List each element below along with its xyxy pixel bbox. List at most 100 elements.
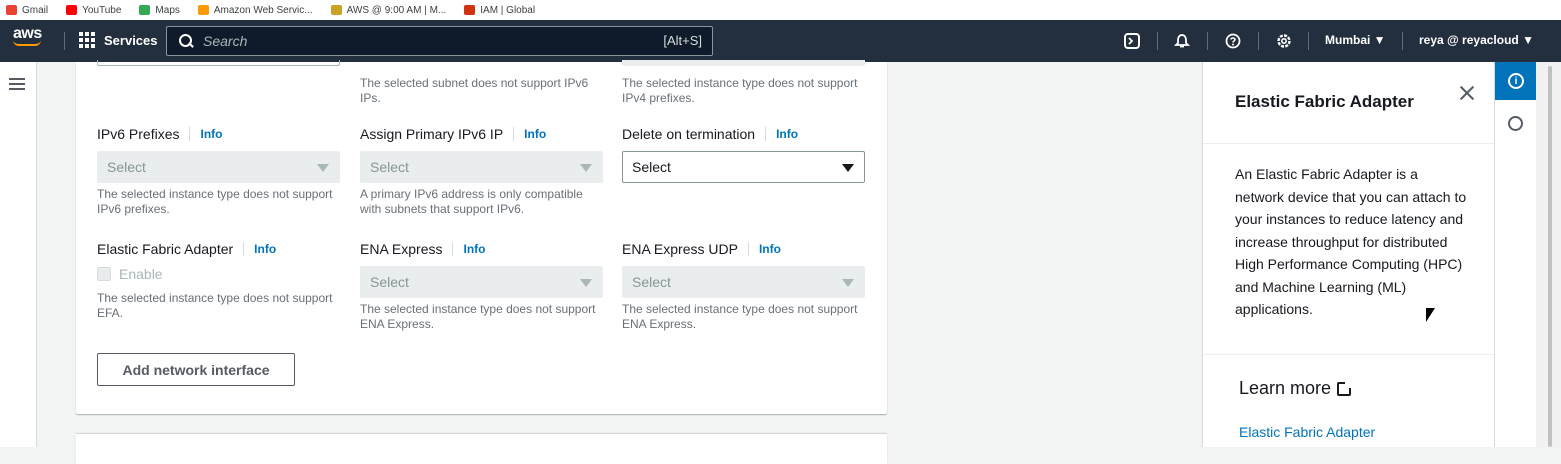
- search-bar[interactable]: [Alt+S]: [166, 26, 713, 56]
- select-value: Select: [107, 159, 146, 175]
- caret-down-icon: [842, 279, 854, 287]
- delete-on-termination-field: Delete on termination Info Select: [622, 124, 865, 183]
- account-menu[interactable]: reya @ reyacloud ▼: [1419, 33, 1534, 47]
- bookmark-label: Maps: [155, 4, 180, 16]
- tutorial-panel-icon[interactable]: [1508, 116, 1523, 131]
- info-link[interactable]: Info: [189, 127, 222, 141]
- aws-top-nav: aws Services [Alt+S] Mumbai ▼ reya @ rey…: [0, 20, 1561, 62]
- help-panel-body: An Elastic Fabric Adapter is a network d…: [1235, 166, 1467, 317]
- info-link[interactable]: Info: [765, 127, 798, 141]
- field-description: The selected instance type does not supp…: [97, 291, 333, 320]
- info-icon: i: [1508, 73, 1524, 89]
- aws-logo[interactable]: aws: [13, 26, 47, 54]
- checkbox: [97, 267, 111, 281]
- help-panel-title: Elastic Fabric Adapter: [1235, 92, 1414, 111]
- ipv6-prefixes-field: IPv6 Prefixes Info Select The selected in…: [97, 124, 340, 217]
- ena-express-select: Select: [360, 266, 603, 298]
- divider: [1308, 32, 1309, 50]
- caret-down-icon: [317, 164, 329, 172]
- ena-express-field: ENA Express Info Select The selected inst…: [360, 239, 603, 332]
- youtube-icon: [66, 5, 78, 15]
- divider: [1207, 32, 1208, 50]
- info-link[interactable]: Info: [747, 242, 781, 256]
- search-icon: [179, 34, 193, 48]
- gear-icon[interactable]: [1275, 32, 1293, 50]
- field-label: IPv6 Prefixes: [97, 126, 180, 142]
- aws-box-icon: [197, 5, 209, 15]
- grid-menu-icon: [79, 32, 95, 48]
- bookmark-gmail[interactable]: Gmail: [6, 5, 48, 16]
- select-value: Select: [370, 159, 409, 175]
- field-description: The selected instance type does not supp…: [360, 302, 596, 331]
- calendar-icon: [330, 5, 342, 15]
- bookmark-maps[interactable]: Maps: [139, 4, 180, 16]
- caret-down-icon: [842, 164, 854, 172]
- divider: [1203, 354, 1495, 355]
- field-description: The selected instance type does not supp…: [622, 76, 858, 105]
- caret-down-icon: [580, 164, 592, 172]
- select-fragment: [622, 60, 865, 66]
- select-value: Select: [632, 274, 671, 290]
- field-label: ENA Express UDP: [622, 241, 738, 257]
- checkbox-label: Enable: [119, 266, 163, 282]
- external-link-icon: [1337, 380, 1353, 396]
- bookmark-iam[interactable]: IAM | Global: [464, 5, 535, 16]
- field-description: The selected instance type does not supp…: [97, 187, 333, 216]
- aws-logo-text: aws: [13, 25, 42, 42]
- select-value: Select: [370, 274, 409, 290]
- close-icon[interactable]: [1458, 84, 1476, 102]
- help-panel: Elastic Fabric Adapter An Elastic Fabric…: [1202, 62, 1495, 447]
- gmail-icon: [6, 5, 17, 15]
- divider: [1402, 32, 1403, 50]
- ena-express-udp-select: Select: [622, 266, 865, 298]
- info-panel-toggle[interactable]: i: [1495, 62, 1537, 100]
- tools-rail: i: [1494, 62, 1537, 447]
- bookmark-aws[interactable]: Amazon Web Servic...: [197, 5, 313, 16]
- bookmarks-bar: Gmail YouTube Maps Amazon Web Servic... …: [0, 0, 1561, 20]
- bookmark-label: Gmail: [22, 4, 49, 16]
- ipv4-prefixes-field: The selected instance type does not supp…: [622, 72, 865, 106]
- select-fragment[interactable]: [97, 60, 340, 66]
- bookmark-aws-meeting[interactable]: AWS @ 9:00 AM | M...: [330, 4, 447, 16]
- field-description: The selected subnet does not support IPv…: [360, 76, 589, 105]
- efa-docs-link[interactable]: Elastic Fabric Adapter: [1239, 424, 1375, 440]
- services-label: Services: [104, 32, 158, 48]
- assign-primary-ipv6-field: Assign Primary IPv6 IP Info Select A prim…: [360, 124, 603, 217]
- divider: [1203, 143, 1495, 144]
- bookmark-label: AWS @ 9:00 AM | M...: [346, 4, 447, 16]
- cloudshell-icon[interactable]: [1123, 32, 1141, 50]
- search-input[interactable]: [203, 33, 643, 49]
- services-menu-button[interactable]: Services: [79, 32, 158, 48]
- region-selector[interactable]: Mumbai ▼: [1325, 33, 1386, 47]
- bell-icon[interactable]: [1173, 32, 1191, 50]
- field-label: ENA Express: [360, 241, 443, 257]
- learn-more-label: Learn more: [1239, 378, 1332, 398]
- hamburger-menu-icon[interactable]: [9, 78, 25, 90]
- left-nav-rail: [0, 62, 37, 447]
- search-shortcut-hint: [Alt+S]: [663, 33, 702, 48]
- delete-on-termination-select[interactable]: Select: [622, 151, 865, 183]
- learn-more-heading: Learn more: [1239, 378, 1353, 399]
- caret-down-icon: [580, 279, 592, 287]
- assign-primary-ipv6-select: Select: [360, 151, 603, 183]
- select-value: Select: [632, 159, 671, 175]
- network-settings-card: The selected subnet does not support IPv…: [76, 60, 887, 414]
- subnet-ipv6-ips-field: The selected subnet does not support IPv…: [360, 72, 603, 106]
- ipv6-prefixes-select: Select: [97, 151, 340, 183]
- iam-icon: [464, 5, 476, 15]
- efa-field: Elastic Fabric Adapter Info Enable The se…: [97, 239, 340, 321]
- help-icon[interactable]: [1224, 32, 1242, 50]
- add-network-interface-button[interactable]: Add network interface: [97, 353, 295, 386]
- bookmark-youtube[interactable]: YouTube: [66, 5, 121, 16]
- mouse-cursor-icon: [1426, 308, 1435, 322]
- field-description: The selected instance type does not supp…: [622, 302, 858, 331]
- info-link[interactable]: Info: [452, 242, 485, 256]
- info-link[interactable]: Info: [513, 127, 546, 141]
- field-label: Delete on termination: [622, 126, 756, 142]
- bookmark-label: YouTube: [82, 4, 122, 16]
- maps-icon: [139, 5, 151, 15]
- scrollbar-thumb[interactable]: [1548, 66, 1552, 447]
- field-label: Assign Primary IPv6 IP: [360, 126, 504, 142]
- info-link[interactable]: Info: [243, 242, 276, 256]
- field-label: Elastic Fabric Adapter: [97, 241, 234, 257]
